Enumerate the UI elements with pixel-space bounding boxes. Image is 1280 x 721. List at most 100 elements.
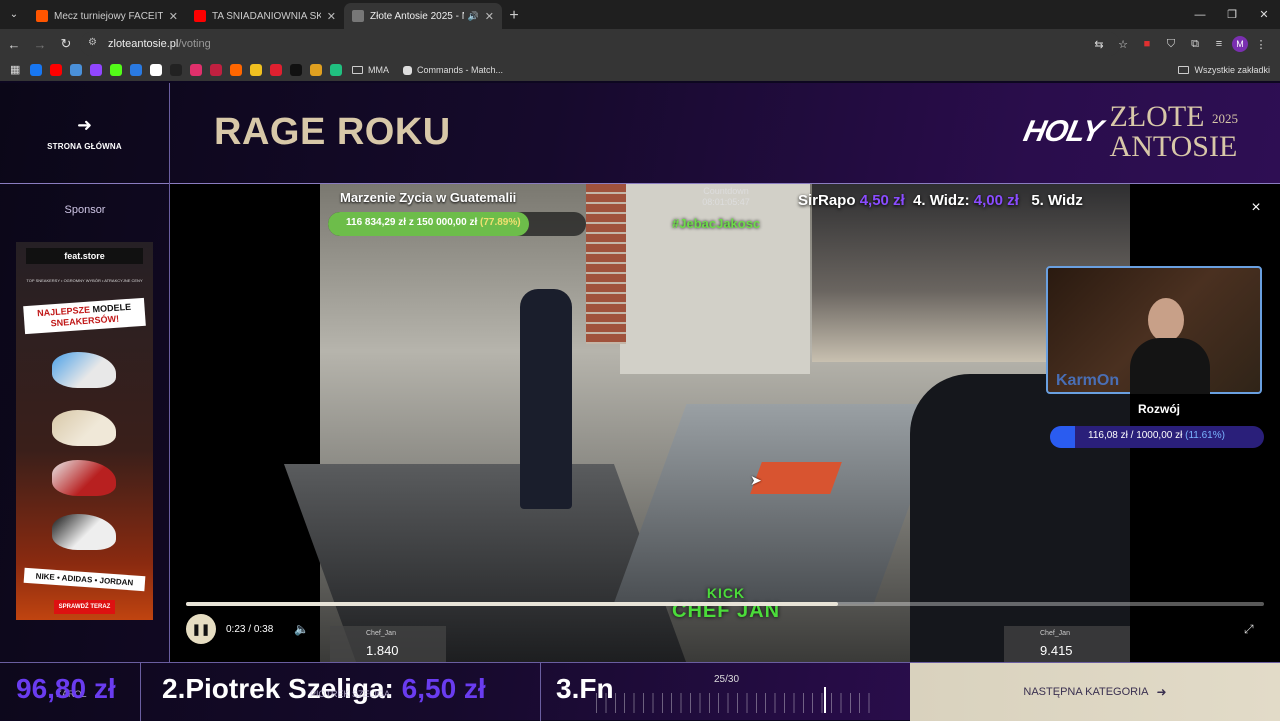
sponsor-ad-banner[interactable]: feat.store TOP SNEAKERSY • OGROMNY WYBÓR…: [16, 242, 153, 620]
tab-title: Mecz turniejowy FACEIT - FACEIT: [54, 10, 163, 22]
bookmark-icon[interactable]: [230, 64, 242, 76]
menu-kebab-icon[interactable]: ⋮: [1250, 33, 1272, 55]
back-arrow-icon: ➜: [76, 115, 93, 135]
site-info-icon[interactable]: ⚙: [88, 37, 102, 51]
category-progress-ticks: [596, 693, 878, 713]
sneaker-image: [52, 514, 116, 550]
video-player[interactable]: Marzenie Zycia w Guatemalii 116 834,29 z…: [170, 184, 1280, 662]
bookmark-icon[interactable]: [170, 64, 182, 76]
bookmark-icon: [403, 65, 412, 75]
category-progress-current: [824, 687, 826, 713]
window-controls: — ❐ ✕: [1184, 0, 1280, 29]
kick-icon[interactable]: [110, 64, 122, 76]
ad-brands: NIKE • ADIDAS • JORDAN: [23, 567, 146, 592]
pause-button[interactable]: ❚❚: [186, 614, 216, 644]
facebook-icon[interactable]: [30, 64, 42, 76]
close-icon[interactable]: ×: [1248, 200, 1264, 216]
bookmark-star-icon[interactable]: ☆: [1112, 33, 1134, 55]
bookmark-icon[interactable]: [130, 64, 142, 76]
scene-board: [750, 462, 842, 494]
bookmark-icon[interactable]: [210, 64, 222, 76]
browser-tab-2[interactable]: TA ŚNIADANIOWNIA SKRADŁA ✕: [186, 3, 344, 29]
reload-icon[interactable]: ↻: [54, 32, 78, 56]
twitch-icon[interactable]: [90, 64, 102, 76]
bookmark-folder-label: MMA: [368, 65, 389, 75]
chat-overlay-left: Chef_Jan 1.840: [330, 626, 446, 662]
all-bookmarks-button[interactable]: Wszystkie zakładki: [1178, 59, 1270, 81]
url-path: /voting: [178, 38, 211, 50]
translate-icon[interactable]: ⇆: [1088, 33, 1110, 55]
video-time: 0:23 / 0:38: [226, 624, 274, 635]
extension-badge-icon[interactable]: ■: [1136, 33, 1158, 55]
fullscreen-icon[interactable]: ⤢: [1244, 622, 1254, 637]
secondary-goal-bar: 116,08 zł / 1000,00 zł (11.61%): [1050, 426, 1264, 448]
google-icon[interactable]: [150, 64, 162, 76]
category-page-counter: 25/30: [714, 674, 740, 685]
next-category-label: NASTĘPNA KATEGORIA: [1023, 686, 1149, 698]
bookmark-icon[interactable]: [270, 64, 282, 76]
sponsor-sidebar: Sponsor feat.store TOP SNEAKERSY • OGROM…: [0, 184, 170, 662]
folder-icon: [352, 66, 363, 74]
stream-goal-text: 116 834,29 zł z 150 000,00 zł (77.89%): [346, 217, 521, 228]
shield-icon[interactable]: ⛉: [1160, 33, 1182, 55]
youtube-icon[interactable]: [50, 64, 62, 76]
close-tab-icon[interactable]: ✕: [485, 10, 494, 23]
tab-search-chevron-icon[interactable]: ⌄: [0, 0, 28, 29]
browser-tab-1[interactable]: Mecz turniejowy FACEIT - FACEIT ✕: [28, 3, 186, 29]
ticker-amount-1: 96,80 zł: [16, 673, 116, 704]
url-field[interactable]: ⚙ zloteantosie.pl/voting: [80, 32, 1120, 56]
extensions-puzzle-icon[interactable]: ⧉: [1184, 33, 1206, 55]
browser-tab-3[interactable]: Złote Antosie 2025 - Najwię 🔊 ✕: [344, 3, 502, 29]
volume-icon[interactable]: 🔈: [294, 622, 309, 636]
folder-icon: [1178, 66, 1190, 74]
webcam-body: [1130, 338, 1210, 394]
home-back-button[interactable]: ➜ STRONA GŁÓWNA: [0, 83, 170, 184]
sneaker-image: [52, 460, 116, 496]
ad-cta-button[interactable]: SPRAWDŹ TERAZ: [54, 600, 115, 614]
faceit-icon: [36, 10, 48, 22]
ad-subline: TOP SNEAKERSY • OGROMNY WYBÓR • ATRAKCYJ…: [26, 278, 143, 283]
minimize-icon[interactable]: —: [1184, 0, 1216, 29]
ghost-label: PIOTREK SZELIGA: [310, 689, 391, 699]
ticker-divider: [540, 663, 541, 721]
stream-hashtag: #JebacJakosc: [672, 216, 761, 231]
bookmark-icon[interactable]: [330, 64, 342, 76]
bookmark-icon[interactable]: [250, 64, 262, 76]
url-host: zloteantosie.pl: [108, 38, 179, 50]
x-icon[interactable]: [290, 64, 302, 76]
arrow-right-icon: ➜: [1156, 685, 1167, 699]
mouse-cursor-icon: ➤: [750, 472, 762, 488]
scene-counter: [613, 404, 947, 604]
secondary-goal-title: Rozwój: [1138, 402, 1180, 416]
new-tab-button[interactable]: +: [502, 3, 526, 29]
tab-title: Złote Antosie 2025 - Najwię: [370, 10, 464, 22]
instagram-icon[interactable]: [190, 64, 202, 76]
video-progress-bar[interactable]: [186, 602, 1264, 606]
secondary-goal-text: 116,08 zł / 1000,00 zł (11.61%): [1088, 430, 1225, 441]
bookmark-icon[interactable]: [70, 64, 82, 76]
back-arrow-icon[interactable]: ←: [2, 32, 26, 56]
bookmark-icon[interactable]: [310, 64, 322, 76]
forward-arrow-icon[interactable]: →: [28, 32, 52, 56]
pause-icon: ❚❚: [191, 623, 211, 636]
vote-ticker: KAROL 96,80 zł 2.Piotrek Szeliga: 6,50 z…: [0, 663, 910, 721]
event-logo: HOLY ZŁOTE 2025 ANTOSIE: [1021, 102, 1238, 162]
sneaker-image: [52, 410, 116, 446]
media-control-icon[interactable]: ≡: [1208, 33, 1230, 55]
voting-page: ➜ STRONA GŁÓWNA RAGE ROKU HOLY ZŁOTE 202…: [0, 83, 1280, 721]
next-category-button[interactable]: NASTĘPNA KATEGORIA ➜: [910, 663, 1280, 721]
restore-icon[interactable]: ❐: [1216, 0, 1248, 29]
bookmark-folder-mma[interactable]: MMA: [352, 65, 389, 75]
bookmark-link-commands[interactable]: Commands - Match...: [403, 65, 503, 75]
video-progress-fill: [186, 602, 839, 606]
apps-grid-icon[interactable]: ▦: [10, 64, 22, 76]
audio-playing-icon[interactable]: 🔊: [468, 11, 479, 22]
profile-avatar[interactable]: M: [1232, 36, 1248, 52]
close-window-icon[interactable]: ✕: [1248, 0, 1280, 29]
close-tab-icon[interactable]: ✕: [327, 10, 336, 23]
browser-tab-bar: ⌄ Mecz turniejowy FACEIT - FACEIT ✕ TA Ś…: [0, 0, 1280, 29]
close-tab-icon[interactable]: ✕: [169, 10, 178, 23]
video-frame[interactable]: Marzenie Zycia w Guatemalii 116 834,29 z…: [283, 184, 1130, 662]
bookmarks-bar: ▦ MMA Commands - Match... Wszystkie zakład…: [0, 59, 1280, 81]
ad-brand: feat.store: [26, 248, 143, 264]
